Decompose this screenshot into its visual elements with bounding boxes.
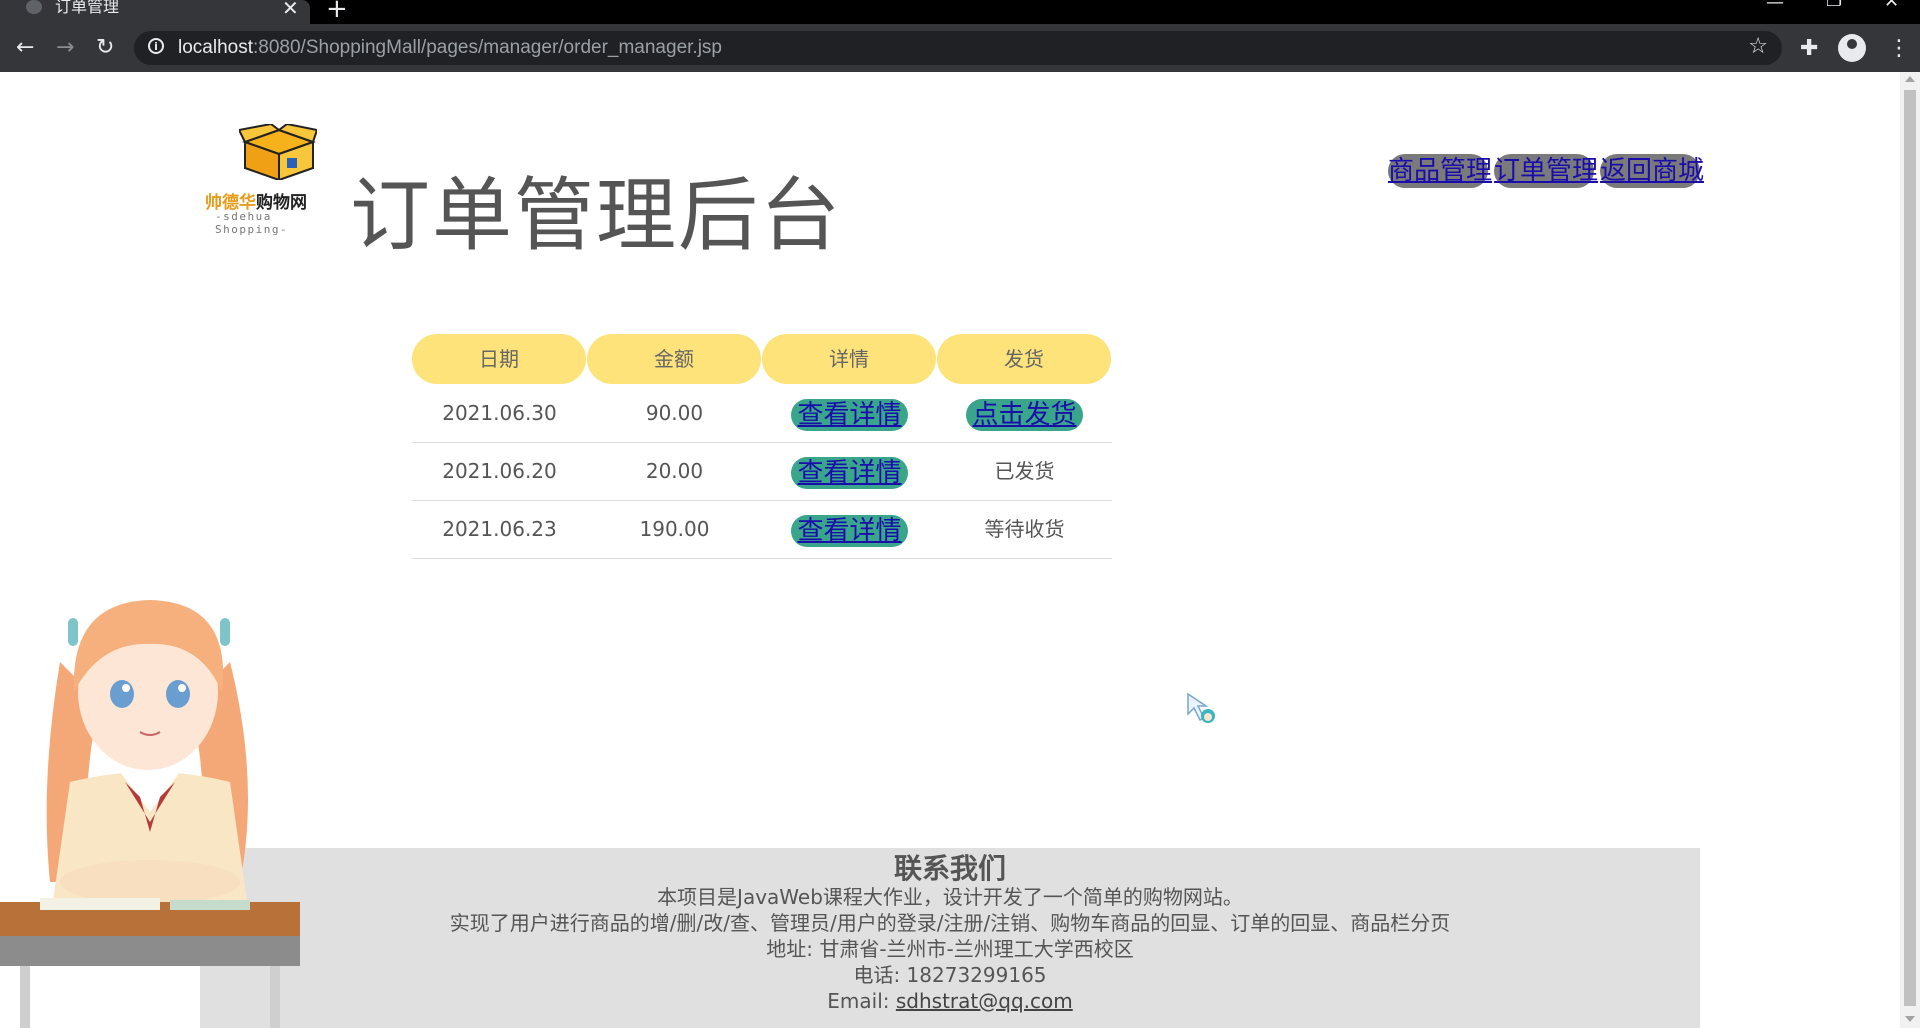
email-link[interactable]: sdhstrat@qq.com — [896, 989, 1073, 1013]
new-tab-icon[interactable]: + — [326, 0, 348, 24]
globe-icon — [26, 0, 42, 14]
mascot-girl-illustration — [0, 600, 300, 1028]
box-logo-icon — [239, 124, 317, 180]
site-info-icon[interactable]: i — [148, 38, 164, 54]
ship-cell: 点击发货 — [937, 384, 1112, 442]
footer-intro: 本项目是JavaWeb课程大作业，设计开发了一个简单的购物网站。 — [657, 885, 1243, 909]
order-date: 2021.06.20 — [442, 459, 557, 483]
browser-menu-icon[interactable]: ⋮ — [1888, 36, 1910, 61]
page-scrollbar[interactable] — [1900, 72, 1920, 1028]
ship-status: 已发货 — [994, 459, 1055, 483]
ship-status: 等待收货 — [984, 517, 1065, 541]
minimize-icon[interactable]: — — [1766, 0, 1784, 13]
cursor-character-icon — [1187, 692, 1215, 723]
tab-title: 订单管理 — [55, 0, 120, 16]
address-bar[interactable]: i localhost:8080/ShoppingMall/pages/mana… — [134, 31, 1782, 65]
browser-tab[interactable]: 订单管理 ✕ — [0, 0, 310, 24]
detail-cell: 查看详情 — [762, 500, 937, 558]
footer-phone: 电话: 18273299165 — [853, 963, 1047, 987]
browser-tab-strip: 订单管理 ✕ + — ❐ ✕ — [0, 0, 1920, 24]
extensions-icon[interactable]: ✚ — [1800, 36, 1818, 61]
scroll-up-icon[interactable] — [1905, 76, 1915, 82]
footer-email: Email: sdhstrat@qq.com — [827, 989, 1073, 1013]
footer-address: 地址: 甘肃省-兰州市-兰州理工大学西校区 — [766, 937, 1134, 961]
browser-toolbar: ← → ↻ i localhost:8080/ShoppingMall/page… — [0, 24, 1920, 72]
scroll-down-icon[interactable] — [1905, 1016, 1915, 1022]
ship-order-link[interactable]: 点击发货 — [966, 398, 1083, 431]
forward-icon[interactable]: → — [56, 36, 74, 60]
view-detail-link[interactable]: 查看详情 — [791, 456, 908, 489]
view-detail-link[interactable]: 查看详情 — [791, 398, 908, 431]
footer-title: 联系我们 — [893, 852, 1006, 885]
page-viewport: 帅德华购物网 -sdehua Shopping- 订单管理后台 商品管理 订单管… — [0, 72, 1900, 1028]
footer-features: 实现了用户进行商品的增/删/改/查、管理员/用户的登录/注册/注销、购物车商品的… — [449, 911, 1451, 935]
bookmark-star-icon[interactable]: ☆ — [1748, 34, 1768, 59]
nav-product-manage[interactable]: 商品管理 — [1388, 154, 1492, 188]
column-header-date: 日期 — [412, 334, 586, 384]
reload-icon[interactable]: ↻ — [96, 36, 114, 60]
logo-subtitle: -sdehua Shopping- — [215, 210, 289, 236]
profile-avatar-icon[interactable] — [1838, 34, 1866, 62]
table-row: 2021.06.20 20.00 查看详情 已发货 — [412, 442, 1112, 501]
site-logo[interactable]: 帅德华购物网 -sdehua Shopping- — [205, 96, 345, 236]
nav-order-manage[interactable]: 订单管理 — [1494, 154, 1598, 188]
order-amount: 90.00 — [645, 401, 704, 425]
scrollbar-thumb[interactable] — [1904, 90, 1916, 1006]
table-header: 日期 金额 详情 发货 — [412, 334, 1112, 384]
view-detail-link[interactable]: 查看详情 — [791, 514, 908, 547]
url-text: localhost:8080/ShoppingMall/pages/manage… — [178, 37, 722, 58]
order-amount: 20.00 — [645, 459, 704, 483]
window-close-icon[interactable]: ✕ — [1884, 0, 1899, 12]
order-date: 2021.06.30 — [442, 401, 557, 425]
detail-cell: 查看详情 — [762, 384, 937, 442]
order-date: 2021.06.23 — [442, 517, 557, 541]
close-tab-icon[interactable]: ✕ — [282, 0, 299, 20]
back-icon[interactable]: ← — [16, 36, 34, 60]
order-amount: 190.00 — [639, 517, 710, 541]
column-header-ship: 发货 — [937, 334, 1111, 384]
table-row: 2021.06.23 190.00 查看详情 等待收货 — [412, 500, 1112, 559]
column-header-detail: 详情 — [762, 334, 936, 384]
restore-icon[interactable]: ❐ — [1826, 0, 1842, 11]
nav-back-to-mall[interactable]: 返回商城 — [1600, 154, 1704, 188]
column-header-amount: 金额 — [587, 334, 761, 384]
contact-footer: 联系我们 本项目是JavaWeb课程大作业，设计开发了一个简单的购物网站。 实现… — [200, 848, 1700, 1028]
detail-cell: 查看详情 — [762, 442, 937, 500]
page-title: 订单管理后台 — [350, 168, 842, 262]
table-row: 2021.06.30 90.00 查看详情 点击发货 — [412, 384, 1112, 443]
